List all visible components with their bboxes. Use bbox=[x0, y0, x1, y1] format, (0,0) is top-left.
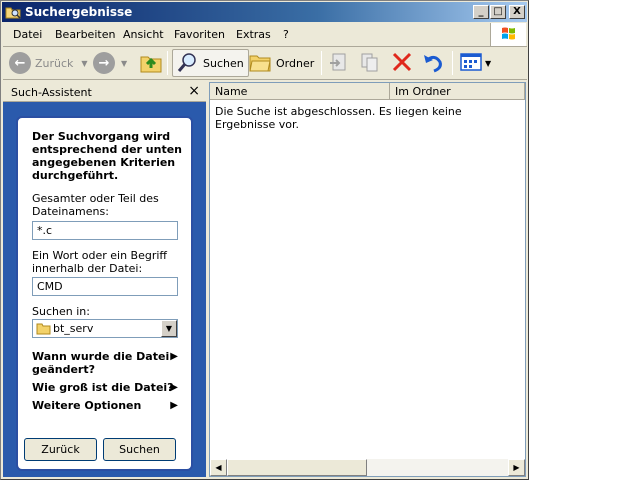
windows-logo-icon bbox=[490, 23, 526, 46]
search-icon bbox=[177, 51, 199, 76]
undo-button[interactable] bbox=[421, 49, 445, 77]
menu-ansicht[interactable]: Ansicht bbox=[123, 28, 164, 41]
when-changed-label: Wann wurde die Datei geändert? bbox=[32, 350, 170, 376]
back-search-button[interactable]: Zurück bbox=[24, 438, 97, 461]
size-option[interactable]: Wie groß ist die Datei? ▶ bbox=[32, 381, 182, 394]
search-form: Der Suchvorgang wird entsprechend der un… bbox=[16, 116, 193, 471]
scroll-left-icon[interactable]: ◀ bbox=[210, 459, 227, 476]
filename-input[interactable]: *.c bbox=[32, 221, 178, 240]
delete-icon bbox=[390, 51, 414, 76]
close-pane-icon[interactable]: × bbox=[188, 83, 200, 99]
expand-arrow-icon: ▶ bbox=[170, 351, 178, 362]
copy-to-button[interactable] bbox=[358, 49, 382, 77]
folders-icon bbox=[248, 51, 272, 76]
move-to-button[interactable] bbox=[328, 49, 352, 77]
search-folder-icon bbox=[5, 5, 21, 19]
search-assistant-header: Such-Assistent × bbox=[3, 82, 206, 102]
folders-button[interactable]: Ordner bbox=[248, 49, 314, 77]
window-title: Suchergebnisse bbox=[25, 5, 133, 19]
start-search-button[interactable]: Suchen bbox=[103, 438, 176, 461]
move-to-icon bbox=[328, 51, 352, 76]
forward-button[interactable]: → ▼ bbox=[93, 49, 127, 77]
menu-extras[interactable]: Extras bbox=[236, 28, 271, 41]
menu-bearbeiten[interactable]: Bearbeiten bbox=[55, 28, 115, 41]
folder-up-icon bbox=[139, 50, 163, 77]
lookin-label: Suchen in: bbox=[32, 305, 90, 318]
menu-datei[interactable]: Datei bbox=[13, 28, 42, 41]
toolbar: ← Zurück ▼ → ▼ Suchen Ordner ▼ bbox=[3, 47, 527, 80]
menu-favoriten[interactable]: Favoriten bbox=[174, 28, 225, 41]
when-changed-option[interactable]: Wann wurde die Datei geändert? ▶ bbox=[32, 350, 182, 376]
word-label: Ein Wort oder ein Begriff innerhalb der … bbox=[32, 249, 168, 275]
lookin-value: bt_serv bbox=[53, 322, 94, 335]
back-dropdown-icon[interactable]: ▼ bbox=[81, 59, 87, 68]
folder-icon bbox=[36, 322, 51, 338]
copy-to-icon bbox=[358, 51, 382, 76]
views-button[interactable]: ▼ bbox=[459, 49, 491, 77]
column-header-name[interactable]: Name bbox=[210, 83, 390, 100]
chevron-down-icon[interactable]: ▼ bbox=[161, 320, 177, 337]
title-bar[interactable]: Suchergebnisse _ □ X bbox=[2, 2, 527, 22]
size-label: Wie groß ist die Datei? bbox=[32, 381, 174, 394]
word-input[interactable]: CMD bbox=[32, 277, 178, 296]
expand-arrow-icon: ▶ bbox=[170, 400, 178, 411]
expand-arrow-icon: ▶ bbox=[170, 382, 178, 393]
close-button[interactable]: X bbox=[509, 5, 525, 19]
more-options-label: Weitere Optionen bbox=[32, 399, 142, 412]
scroll-thumb[interactable] bbox=[227, 459, 367, 476]
back-button[interactable]: ← Zurück ▼ bbox=[9, 49, 88, 77]
results-message: Die Suche ist abgeschlossen. Es liegen k… bbox=[215, 105, 462, 131]
search-intro-text: Der Suchvorgang wird entsprechend der un… bbox=[32, 130, 183, 182]
menu-bar: Datei Bearbeiten Ansicht Favoriten Extra… bbox=[3, 23, 527, 47]
search-results-window: Suchergebnisse _ □ X Datei Bearbeiten An… bbox=[0, 0, 529, 480]
column-header-folder[interactable]: Im Ordner bbox=[390, 83, 525, 100]
maximize-button[interactable]: □ bbox=[490, 5, 506, 19]
menu-help[interactable]: ? bbox=[283, 28, 289, 41]
back-arrow-icon: ← bbox=[9, 52, 31, 74]
forward-dropdown-icon[interactable]: ▼ bbox=[121, 59, 127, 68]
undo-icon bbox=[421, 51, 445, 76]
lookin-select[interactable]: bt_serv ▼ bbox=[32, 319, 178, 338]
search-assistant-title: Such-Assistent bbox=[11, 86, 92, 99]
search-toolbar-button[interactable]: Suchen bbox=[172, 49, 249, 77]
forward-arrow-icon: → bbox=[93, 52, 115, 74]
minimize-button[interactable]: _ bbox=[473, 5, 489, 19]
views-dropdown-icon: ▼ bbox=[485, 58, 492, 68]
filename-label: Gesamter oder Teil des Dateinamens: bbox=[32, 192, 159, 218]
scroll-right-icon[interactable]: ▶ bbox=[508, 459, 525, 476]
more-options[interactable]: Weitere Optionen ▶ bbox=[32, 399, 182, 412]
delete-button[interactable] bbox=[390, 49, 414, 77]
views-icon bbox=[459, 51, 483, 76]
horizontal-scrollbar[interactable]: ◀ ▶ bbox=[210, 459, 525, 476]
up-folder-button[interactable] bbox=[139, 49, 163, 77]
results-list: Name Im Ordner Die Suche ist abgeschloss… bbox=[209, 82, 526, 477]
